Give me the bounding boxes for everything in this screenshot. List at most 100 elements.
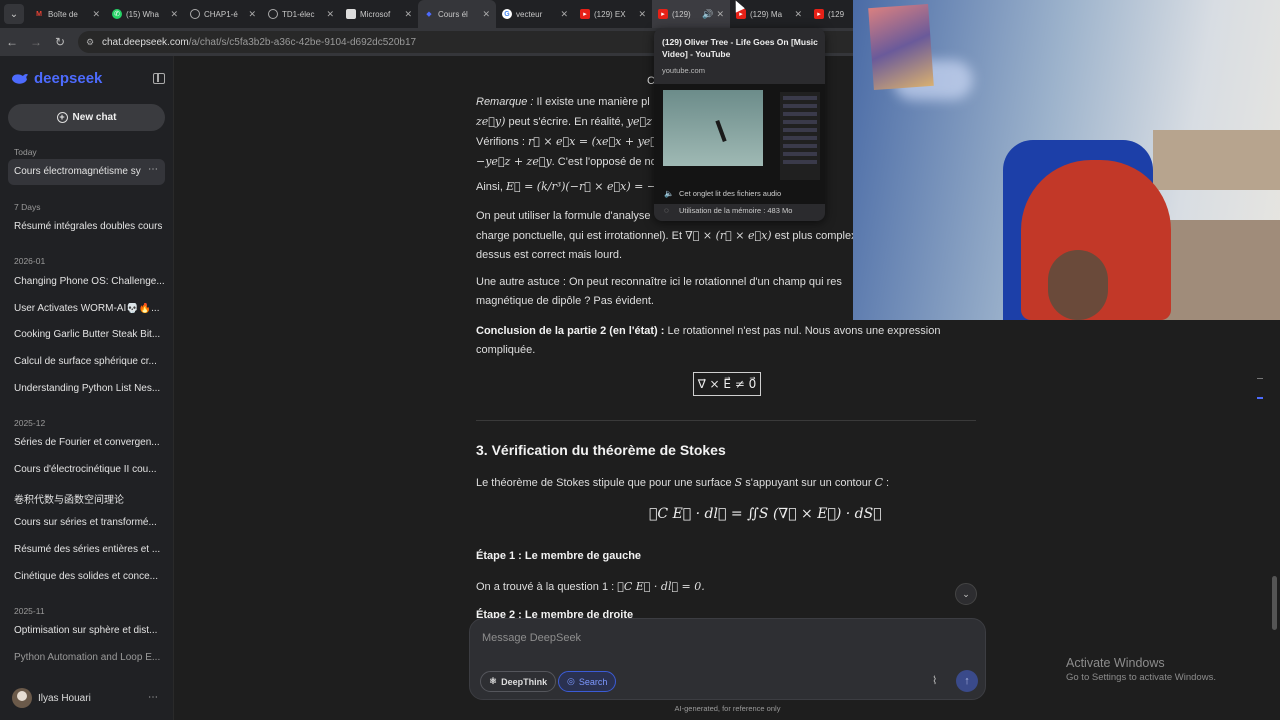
youtube-icon: ▸: [658, 9, 668, 19]
message-input[interactable]: Message DeepSeek: [482, 632, 581, 644]
chat-item[interactable]: Cours sur séries et transformé...: [14, 517, 164, 528]
hover-card-site: youtube.com: [662, 66, 705, 75]
forward-arrow-icon[interactable]: →: [24, 35, 48, 49]
tab-google-vecteur[interactable]: G vecteur ✕: [496, 0, 574, 28]
step1-text: On a trouvé à la question 1 : ∮C E⃗ · dl…: [476, 580, 705, 593]
atom-icon: ⚛: [489, 676, 498, 686]
plus-icon: +: [56, 112, 68, 123]
search-toggle[interactable]: ◎ Search: [558, 671, 617, 692]
close-tab-icon[interactable]: ✕: [638, 9, 646, 20]
url-host: chat.deepseek.com: [102, 36, 189, 48]
gmail-icon: M: [36, 10, 42, 18]
new-chat-button[interactable]: + New chat: [8, 104, 165, 131]
tab-td1[interactable]: TD1-élec ✕: [262, 0, 340, 28]
chat-item[interactable]: Changing Phone OS: Challenge...: [14, 276, 164, 287]
site-info-icon[interactable]: ⚙: [86, 37, 96, 48]
chat-item[interactable]: Calcul de surface sphérique cr...: [14, 356, 164, 367]
chat-item[interactable]: Optimisation sur sphère et dist...: [14, 625, 164, 636]
section-label: 2026-01: [14, 256, 46, 266]
reload-icon[interactable]: ↻: [48, 35, 72, 49]
tab-youtube-ex[interactable]: ▸ (129) EX ✕: [574, 0, 652, 28]
section-label: 7 Days: [14, 202, 41, 212]
tab-thumbnail: [654, 84, 825, 204]
message-composer[interactable]: Message DeepSeek ⚛ DeepThink ◎ Search ⌇ …: [469, 618, 986, 700]
send-button[interactable]: ↑: [956, 670, 978, 692]
sidebar: deepseek + New chat Today Cours électrom…: [0, 56, 174, 720]
more-options-icon[interactable]: ⋯: [148, 164, 158, 175]
webcam-overlay: [853, 0, 1280, 320]
memory-icon: ◌: [664, 206, 669, 215]
screen: ⌄ M Boîte de ✕ ✆ (15) Wha ✕ CHAP1-é ✕ TD…: [0, 0, 1280, 720]
scroll-down-button[interactable]: ⌄: [955, 583, 977, 605]
sidebar-preview: [780, 92, 820, 180]
divider: [476, 420, 976, 421]
close-tab-icon[interactable]: ✕: [170, 9, 178, 20]
chat-item[interactable]: Understanding Python List Nes...: [14, 383, 164, 394]
globe-icon: [268, 9, 278, 19]
stokes-formula: ∮C E⃗ · dl⃗ = ∬S (∇⃗ × E⃗) · dS⃗: [649, 506, 882, 522]
globe-icon: ◎: [567, 676, 575, 686]
tab-deepseek-active[interactable]: ◆ Cours él ✕: [418, 0, 496, 28]
section-heading: 3. Vérification du théorème de Stokes: [476, 442, 726, 458]
deepthink-toggle[interactable]: ⚛ DeepThink: [480, 671, 557, 692]
youtube-icon: ▸: [814, 9, 824, 19]
close-tab-icon[interactable]: ✕: [92, 9, 100, 20]
section-label: 2025-11: [14, 606, 45, 616]
deepseek-logo[interactable]: deepseek: [10, 70, 102, 87]
section-label: 2025-12: [14, 418, 46, 428]
scroll-marker: [1257, 378, 1263, 379]
back-arrow-icon[interactable]: ←: [0, 35, 24, 49]
document-icon: [346, 9, 356, 19]
paperclip-icon[interactable]: ⌇: [932, 674, 937, 687]
chat-item[interactable]: Résumé des séries entières et ...: [14, 544, 164, 555]
close-tab-icon[interactable]: ✕: [482, 9, 490, 20]
chat-item[interactable]: Cooking Garlic Butter Steak Bit...: [14, 329, 164, 340]
tab-chap1[interactable]: CHAP1-é ✕: [184, 0, 262, 28]
chat-item[interactable]: 卷积代数与函数空间理论: [14, 491, 164, 506]
tab-microsoft[interactable]: Microsof ✕: [340, 0, 418, 28]
close-tab-icon[interactable]: ✕: [716, 9, 724, 20]
close-tab-icon[interactable]: ✕: [326, 9, 334, 20]
tab-whatsapp[interactable]: ✆ (15) Wha ✕: [106, 0, 184, 28]
speaker-icon[interactable]: 🔊: [702, 9, 713, 20]
youtube-icon: ▸: [580, 9, 590, 19]
more-options-icon[interactable]: ⋯: [148, 692, 158, 703]
google-icon: G: [502, 9, 512, 19]
speaker-icon: 🔈: [664, 189, 674, 198]
video-frame: [663, 90, 763, 166]
chat-item[interactable]: User Activates WORM-AI💀🔥...: [14, 303, 164, 314]
chat-item[interactable]: Résumé intégrales doubles cours: [14, 221, 164, 232]
scrollbar[interactable]: [1272, 576, 1277, 630]
close-tab-icon[interactable]: ✕: [560, 9, 568, 20]
whatsapp-icon: ✆: [112, 9, 122, 19]
scroll-marker-current: [1257, 397, 1263, 399]
collapse-sidebar-icon[interactable]: [153, 73, 165, 84]
memory-status: ◌ Utilisation de la mémoire : 483 Mo: [664, 206, 793, 215]
chat-item[interactable]: Python Automation and Loop E...: [14, 652, 164, 663]
conclusion-paragraph: Conclusion de la partie 2 (en l'état) : …: [476, 325, 941, 356]
windows-activation-watermark: Activate Windows Go to Settings to activ…: [1066, 656, 1216, 683]
tab-youtube-partial[interactable]: ▸ (129: [808, 0, 858, 28]
close-tab-icon[interactable]: ✕: [248, 9, 256, 20]
step-heading: Étape 1 : Le membre de gauche: [476, 550, 642, 562]
tab-youtube-playing[interactable]: ▸ (129) 🔊 ✕: [652, 0, 730, 28]
chat-item[interactable]: Séries de Fourier et convergen...: [14, 437, 164, 448]
hover-card-title: (129) Oliver Tree - Life Goes On [Music …: [662, 37, 818, 59]
chat-item[interactable]: Cinétique des solides et conce...: [14, 571, 164, 582]
boxed-formula: ∇⃗ × E⃗ ≠ 0⃗: [693, 372, 761, 396]
deepseek-icon: ◆: [426, 11, 432, 18]
close-tab-icon[interactable]: ✕: [404, 9, 412, 20]
audio-status: 🔈 Cet onglet lit des fichiers audio: [664, 189, 782, 198]
wall-poster: [868, 4, 934, 90]
close-tab-icon[interactable]: ✕: [794, 9, 802, 20]
globe-icon: [190, 9, 200, 19]
disclaimer: AI-generated, for reference only: [674, 704, 781, 713]
remark-label: Remarque :: [476, 96, 534, 108]
tab-gmail[interactable]: M Boîte de ✕: [28, 0, 106, 28]
chat-item-active[interactable]: Cours électromagnétisme sy ⋯: [8, 159, 165, 185]
user-profile[interactable]: Ilyas Houari: [12, 688, 91, 708]
url-path: /a/chat/s/c5fa3b2b-a36c-42be-9104-d692dc…: [188, 36, 417, 48]
chat-item[interactable]: Cours d'électrocinétique II cou...: [14, 464, 164, 475]
stokes-intro: Le théorème de Stokes stipule que pour u…: [476, 476, 890, 489]
tab-search-button[interactable]: ⌄: [4, 4, 24, 24]
